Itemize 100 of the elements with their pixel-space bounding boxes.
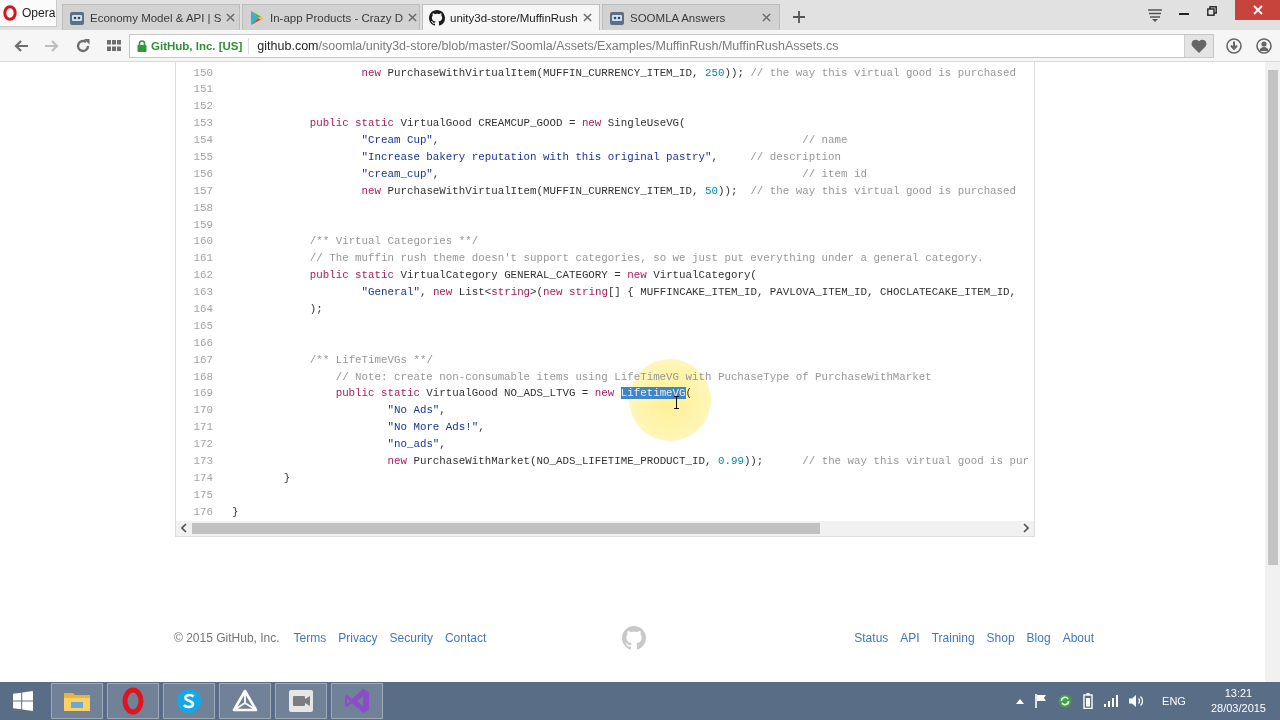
vertical-scrollbar[interactable] xyxy=(1265,62,1280,682)
line-number: 160 xyxy=(192,234,214,250)
line-number: 169 xyxy=(192,386,214,402)
code-line: public static VirtualCategory GENERAL_CATEGORY = new VirtualCategory( xyxy=(309,268,757,284)
code-line: "No Ads", xyxy=(387,403,446,419)
flag-icon[interactable] xyxy=(1035,694,1048,708)
close-icon[interactable] xyxy=(407,13,417,22)
line-number: 153 xyxy=(192,116,214,132)
browser-tab[interactable]: Economy Model & API | S xyxy=(62,4,240,30)
scrollbar-thumb[interactable] xyxy=(192,522,820,534)
line-number: 166 xyxy=(192,335,214,351)
code-line: } xyxy=(232,504,239,520)
code-line: new PurchaseWithMarket(NO_ADS_LIFETIME_PRODUCT_ID, 0.99)); // the way this virtual good is pur xyxy=(387,454,1029,469)
close-icon[interactable] xyxy=(582,13,592,22)
footer-link[interactable]: Training xyxy=(931,630,975,645)
close-icon[interactable] xyxy=(226,13,236,22)
security-label: GitHub, Inc. [US] xyxy=(151,39,243,52)
code-line: public static VirtualGood CREAMCUP_GOOD = new SingleUseVG( xyxy=(309,116,686,132)
code-line: "no_ads", xyxy=(387,437,446,453)
text-cursor-icon xyxy=(673,396,680,409)
line-number: 175 xyxy=(192,487,214,503)
line-number: 151 xyxy=(192,82,214,98)
code-line: // The muffin rush theme doesn't support categories, so we just put everything under a general category. xyxy=(309,251,984,267)
line-number: 152 xyxy=(192,99,214,115)
line-number: 170 xyxy=(192,403,214,419)
taskbar-app[interactable] xyxy=(51,683,103,719)
code-line: new PurchaseWithVirtualItem(MUFFIN_CURRENCY_ITEM_ID, 50)); // the way this virtual good is purchased xyxy=(361,183,1017,199)
s-curve-icon xyxy=(176,688,202,714)
line-number: 165 xyxy=(192,318,214,334)
code-line: "General", new List<string>(new string[] { MUFFINCAKE_ITEM_ID, PAVLOVA_ITEM_ID, CHOCLATECAKE_ITEM_ID, xyxy=(361,285,1017,301)
line-number: 154 xyxy=(192,133,214,149)
taskbar-app[interactable] xyxy=(275,683,327,719)
line-number: 168 xyxy=(192,369,214,385)
cat-logo-icon xyxy=(429,9,445,26)
caret-icon[interactable] xyxy=(1016,698,1025,704)
address-field[interactable]: GitHub, Inc. [US] github.com/soomla/unity3d-store/blob/master/Soomla/Assets/Examples/MuffinRush/MuffinRushAssets.cs xyxy=(129,33,1214,58)
triangle-cube-icon xyxy=(232,689,258,713)
footer-link[interactable]: Shop xyxy=(986,630,1015,645)
ring-icon xyxy=(122,687,144,715)
close-icon[interactable] xyxy=(762,13,771,22)
taskbar-app[interactable] xyxy=(219,683,271,719)
line-number: 163 xyxy=(192,285,214,301)
bookmark-button[interactable] xyxy=(1184,34,1213,57)
browser-tab[interactable]: unity3d-store/MuffinRush xyxy=(422,4,600,30)
browser-tab[interactable]: SOOMLA Answers xyxy=(602,4,780,30)
footer-link[interactable]: API xyxy=(900,630,920,645)
left-arrow-icon[interactable] xyxy=(13,39,28,52)
line-number: 159 xyxy=(192,217,214,233)
battery-icon[interactable] xyxy=(1083,693,1094,709)
browser-tab[interactable]: In-app Products - Crazy D xyxy=(242,4,420,30)
opera-menu-button[interactable]: Opera xyxy=(0,0,57,27)
footer-link[interactable]: Privacy xyxy=(338,630,378,645)
right-chevron-icon[interactable] xyxy=(1023,523,1029,534)
code-line: /** Virtual Categories **/ xyxy=(309,234,479,250)
robot-icon xyxy=(69,9,85,26)
line-number: 172 xyxy=(192,437,214,453)
code-line: "Cream Cup", // name xyxy=(361,133,848,149)
horizontal-scrollbar[interactable] xyxy=(176,520,1034,536)
code-line: "No More Ads!", xyxy=(387,420,485,436)
down-arrow-circle-icon[interactable] xyxy=(1226,37,1242,54)
copyright-text: © 2015 GitHub, Inc. xyxy=(174,630,280,645)
footer-link[interactable]: About xyxy=(1062,630,1094,645)
code-line: new PurchaseWithVirtualItem(MUFFIN_CURRENCY_ITEM_ID, 250)); // the way this virtual good is purchased xyxy=(361,65,1017,81)
circular-arrow-icon[interactable] xyxy=(75,38,90,53)
footer-link[interactable]: Status xyxy=(854,630,889,645)
cat-logo-icon xyxy=(622,625,646,650)
code-line: public static VirtualGood NO_ADS_LTVG = new LifetimeVG( xyxy=(335,386,693,402)
left-chevron-icon[interactable] xyxy=(181,523,187,534)
line-number: 171 xyxy=(192,420,214,436)
code-line: "cream_cup", // item id xyxy=(361,166,867,182)
scrollbar-thumb[interactable] xyxy=(1267,70,1278,565)
line-number: 150 xyxy=(192,65,214,81)
line-number: 156 xyxy=(192,166,214,182)
sync-icon[interactable] xyxy=(1058,694,1073,708)
signal-icon[interactable] xyxy=(1104,695,1119,707)
clock-time[interactable]: 13:21 xyxy=(1224,686,1253,701)
line-number: 155 xyxy=(192,149,214,165)
code-line: "Increase bakery reputation with this original pastry", // description xyxy=(361,149,842,165)
language-indicator[interactable]: ENG xyxy=(1162,695,1186,707)
line-number: 176 xyxy=(192,504,214,520)
speaker-icon[interactable] xyxy=(1129,694,1146,708)
clock-date[interactable]: 28/03/2015 xyxy=(1210,701,1266,716)
close-window-button[interactable] xyxy=(1235,0,1280,20)
person-circle-icon[interactable] xyxy=(1256,37,1272,54)
taskbar-app[interactable] xyxy=(107,683,159,719)
play-triangle-icon xyxy=(249,9,265,26)
line-number: 157 xyxy=(192,183,214,199)
tab-menu-icon[interactable] xyxy=(1148,8,1162,22)
grid-icon[interactable] xyxy=(106,40,121,51)
restore-icon[interactable] xyxy=(1207,6,1217,16)
footer-link[interactable]: Blog xyxy=(1026,630,1051,645)
footer-link[interactable]: Contact xyxy=(444,630,487,645)
plus-icon[interactable] xyxy=(793,11,805,23)
footer-link[interactable]: Security xyxy=(389,630,433,645)
taskbar-app[interactable] xyxy=(163,683,215,719)
url-text: github.com/soomla/unity3d-store/blob/master/Soomla/Assets/Examples/MuffinRush/MuffinRushAssets.cs xyxy=(256,38,839,53)
line-number: 161 xyxy=(192,251,214,267)
line-number: 173 xyxy=(192,454,214,469)
footer-link[interactable]: Terms xyxy=(293,630,327,645)
line-number: 164 xyxy=(192,301,214,317)
